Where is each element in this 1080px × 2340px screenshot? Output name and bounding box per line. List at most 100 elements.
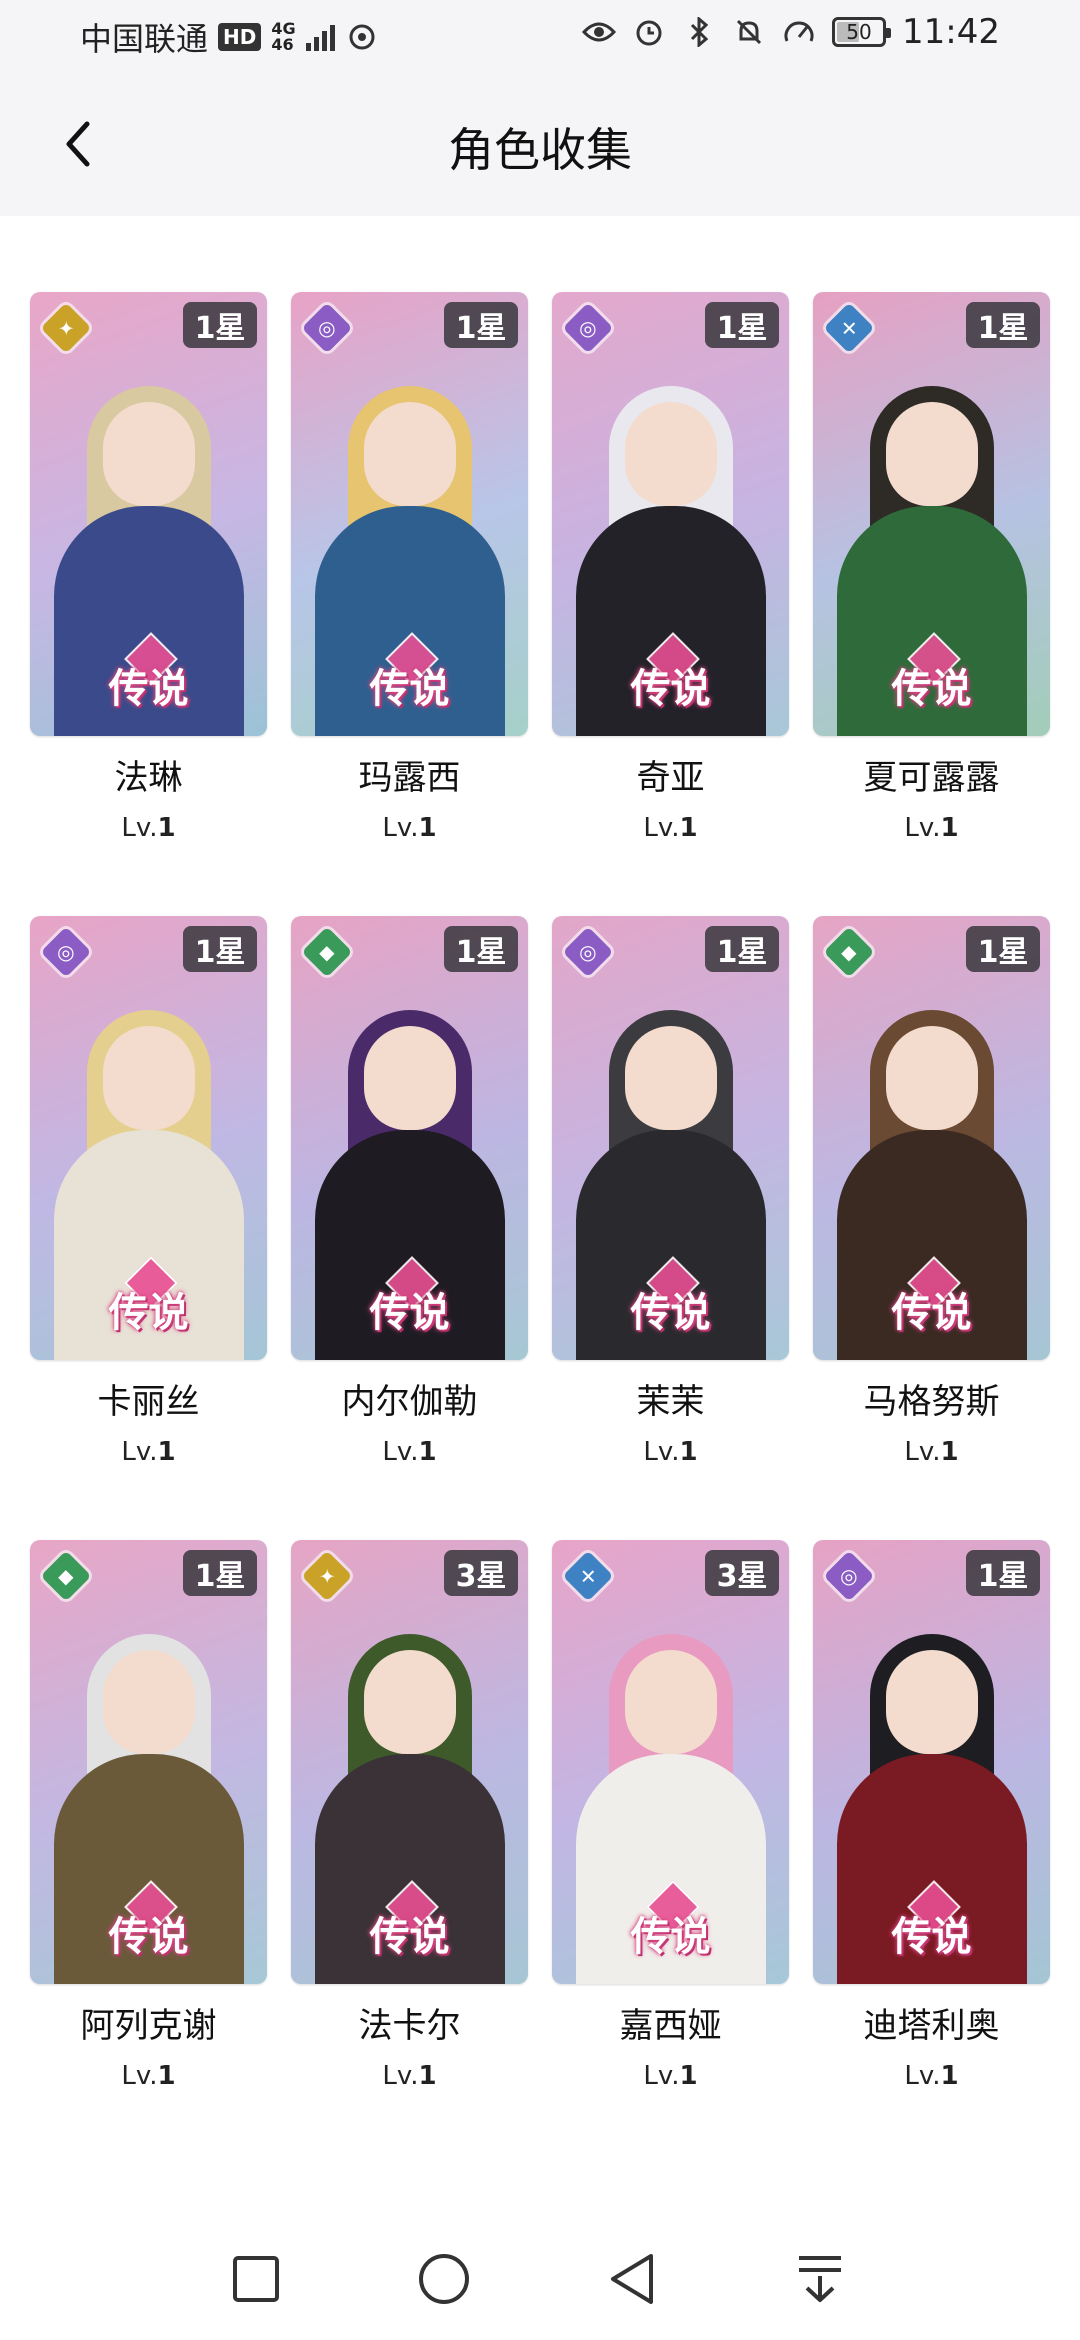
rarity-label: 传说 (108, 1914, 189, 1960)
character-level: Lv.1 (813, 1437, 1050, 1467)
signal-icon (305, 23, 335, 51)
character-name: 马格努斯 (863, 1382, 1000, 1422)
character-card[interactable]: ✕ 1星 传说 夏可露露 Lv.1 (813, 292, 1050, 843)
character-name: 夏可露露 (863, 758, 1000, 798)
rarity-label: 传说 (369, 666, 450, 712)
star-badge: 1星 (705, 926, 779, 972)
character-portrait: ◆ 1星 传说 (291, 916, 528, 1360)
character-level: Lv.1 (291, 1437, 528, 1467)
level-prefix: Lv. (121, 2061, 158, 2091)
character-name: 法琳 (114, 758, 183, 798)
character-card[interactable]: ◎ 1星 传说 茉茉 Lv.1 (552, 916, 789, 1467)
eye-icon (582, 15, 617, 49)
character-card[interactable]: ◎ 1星 传说 卡丽丝 Lv.1 (30, 916, 267, 1467)
character-level: Lv.1 (552, 2061, 789, 2091)
rarity-label: 传说 (630, 666, 711, 712)
rarity-label: 传说 (108, 666, 189, 712)
level-value: 1 (157, 2061, 176, 2091)
character-card[interactable]: ◎ 1星 传说 玛露西 Lv.1 (291, 292, 528, 843)
character-portrait: ◆ 1星 传说 (30, 1540, 267, 1984)
clock: 11:42 (902, 12, 1000, 52)
triangle-back-icon (611, 2254, 653, 2304)
character-name: 阿列克谢 (80, 2006, 217, 2046)
battery-level: 50 (846, 20, 872, 44)
rarity-label: 传说 (108, 1290, 189, 1336)
character-portrait: ✦ 1星 传说 (30, 292, 267, 736)
header: 角色收集 (0, 72, 1080, 216)
character-name: 嘉西娅 (619, 2006, 722, 2046)
character-portrait: ✕ 3星 传说 (552, 1540, 789, 1984)
back-nav-button[interactable] (592, 2244, 672, 2314)
character-portrait: ◎ 1星 传说 (552, 916, 789, 1360)
character-portrait: ◎ 1星 传说 (552, 292, 789, 736)
character-name: 迪塔利奥 (863, 2006, 1000, 2046)
status-left: 中国联通 HD 4G 46 (80, 14, 379, 60)
character-portrait: ◎ 1星 传说 (30, 916, 267, 1360)
character-level: Lv.1 (813, 813, 1050, 843)
rarity-label: 传说 (891, 666, 972, 712)
rarity-label: 传说 (891, 1290, 972, 1336)
star-badge: 3星 (705, 1550, 779, 1596)
alarm-icon (632, 15, 666, 49)
character-card[interactable]: ◎ 1星 传说 奇亚 Lv.1 (552, 292, 789, 843)
status-bar: 中国联通 HD 4G 46 50 11:42 (0, 0, 1080, 72)
rarity-label: 传说 (369, 1290, 450, 1336)
star-badge: 1星 (966, 1550, 1040, 1596)
speed-icon (782, 15, 816, 49)
collapse-icon (799, 2256, 841, 2302)
character-card[interactable]: ✦ 3星 传说 法卡尔 Lv.1 (291, 1540, 528, 2091)
rarity-label: 传说 (630, 1290, 711, 1336)
level-value: 1 (679, 2061, 698, 2091)
collapse-button[interactable] (780, 2244, 860, 2314)
level-prefix: Lv. (121, 1437, 158, 1467)
character-card[interactable]: ◎ 1星 传说 迪塔利奥 Lv.1 (813, 1540, 1050, 2091)
star-badge: 3星 (444, 1550, 518, 1596)
status-right: 50 11:42 (582, 12, 1000, 52)
network-type: 4G 46 (271, 21, 295, 53)
star-badge: 1星 (183, 926, 257, 972)
character-card[interactable]: ✕ 3星 传说 嘉西娅 Lv.1 (552, 1540, 789, 2091)
character-portrait: ◎ 1星 传说 (813, 1540, 1050, 1984)
character-card[interactable]: ✦ 1星 传说 法琳 Lv.1 (30, 292, 267, 843)
network-bottom: 46 (271, 35, 294, 54)
character-level: Lv.1 (291, 813, 528, 843)
character-level: Lv.1 (552, 813, 789, 843)
carrier-name: 中国联通 (80, 20, 209, 58)
level-value: 1 (418, 2061, 437, 2091)
bluetooth-icon (682, 15, 716, 49)
character-portrait: ✦ 3星 传说 (291, 1540, 528, 1984)
recent-apps-button[interactable] (216, 2244, 296, 2314)
circle-icon (419, 2254, 469, 2304)
character-card[interactable]: ◆ 1星 传说 马格努斯 Lv.1 (813, 916, 1050, 1467)
character-name: 茉茉 (636, 1382, 705, 1422)
character-name: 玛露西 (358, 758, 461, 798)
level-prefix: Lv. (382, 813, 419, 843)
level-value: 1 (679, 1437, 698, 1467)
character-level: Lv.1 (30, 2061, 267, 2091)
star-badge: 1星 (966, 302, 1040, 348)
character-portrait: ◎ 1星 传说 (291, 292, 528, 736)
page-title: 角色收集 (448, 123, 632, 177)
home-button[interactable] (404, 2244, 484, 2314)
star-badge: 1星 (183, 302, 257, 348)
level-value: 1 (940, 2061, 959, 2091)
level-prefix: Lv. (904, 1437, 941, 1467)
level-prefix: Lv. (382, 1437, 419, 1467)
rarity-label: 传说 (369, 1914, 450, 1960)
character-card[interactable]: ◆ 1星 传说 内尔伽勒 Lv.1 (291, 916, 528, 1467)
rarity-label: 传说 (891, 1914, 972, 1960)
star-badge: 1星 (705, 302, 779, 348)
rarity-label: 传说 (630, 1914, 711, 1960)
star-badge: 1星 (966, 926, 1040, 972)
character-name: 奇亚 (636, 758, 705, 798)
character-level: Lv.1 (291, 2061, 528, 2091)
character-card[interactable]: ◆ 1星 传说 阿列克谢 Lv.1 (30, 1540, 267, 2091)
level-value: 1 (940, 1437, 959, 1467)
character-name: 法卡尔 (358, 2006, 461, 2046)
level-value: 1 (940, 813, 959, 843)
character-level: Lv.1 (30, 813, 267, 843)
character-name: 卡丽丝 (97, 1382, 200, 1422)
level-prefix: Lv. (904, 813, 941, 843)
character-portrait: ✕ 1星 传说 (813, 292, 1050, 736)
character-name: 内尔伽勒 (341, 1382, 478, 1422)
